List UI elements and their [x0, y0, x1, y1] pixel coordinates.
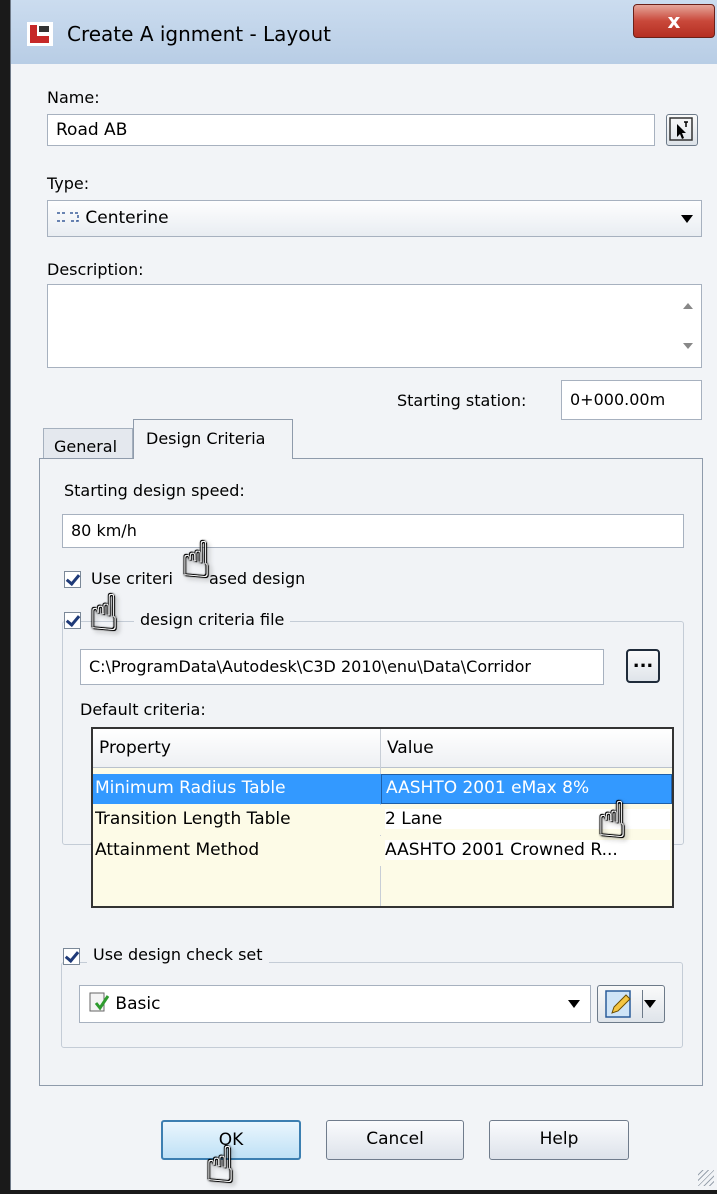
table-row[interactable]: Transition Length Table 2 Lane — [93, 805, 672, 835]
column-header-property[interactable]: Property — [99, 738, 171, 758]
criteria-file-path[interactable]: C:\ProgramData\Autodesk\C3D 2010\enu\Dat… — [80, 649, 604, 685]
check-icon — [65, 611, 81, 628]
design-check-set-value: Basic — [115, 994, 161, 1014]
type-select[interactable]: Centerine — [47, 200, 702, 237]
hand-cursor-icon: ☝ — [89, 584, 120, 642]
column-header-value[interactable]: Value — [387, 738, 434, 758]
help-button[interactable]: Help — [489, 1120, 629, 1160]
resize-grip-icon[interactable] — [698, 1170, 714, 1186]
use-design-check-set-checkbox[interactable] — [63, 947, 80, 965]
design-speed-value: 80 km/h — [71, 521, 137, 540]
table-row[interactable]: Attainment Method AASHTO 2001 Crowned R.… — [93, 836, 672, 866]
description-input[interactable] — [47, 284, 702, 368]
pick-cursor-icon — [669, 117, 693, 141]
starting-station-label: Starting station: — [397, 391, 527, 410]
scroll-up-icon[interactable] — [683, 303, 693, 309]
cancel-button[interactable]: Cancel — [326, 1120, 464, 1160]
use-design-check-set-label: Use design check set — [87, 945, 269, 964]
tab-general-label: General — [54, 437, 118, 456]
design-check-set-select[interactable]: Basic — [79, 985, 591, 1023]
property-cell: Transition Length Table — [95, 809, 291, 829]
default-criteria-table: Property Value Minimum Radius Table AASH… — [91, 727, 674, 908]
alignment-centerline-icon — [57, 212, 79, 222]
hand-cursor-icon: ☝ — [597, 791, 628, 849]
criteria-file-path-value: C:\ProgramData\Autodesk\C3D 2010\enu\Dat… — [89, 657, 531, 676]
hand-cursor-icon: ☝ — [181, 531, 212, 589]
hand-cursor-icon: ☝ — [205, 1136, 236, 1194]
value-cell[interactable]: AASHTO 2001 eMax 8% — [381, 774, 672, 804]
property-cell: Minimum Radius Table — [95, 778, 286, 798]
default-criteria-label: Default criteria: — [80, 700, 206, 719]
check-icon — [64, 947, 80, 964]
name-label: Name: — [47, 88, 100, 107]
edit-check-set-button[interactable] — [597, 985, 665, 1023]
check-set-icon — [89, 992, 110, 1012]
design-speed-label: Starting design speed: — [64, 481, 245, 500]
table-row[interactable]: Minimum Radius Table AASHTO 2001 eMax 8% — [93, 774, 672, 804]
use-criteria-label-tail: ased design — [208, 569, 306, 588]
split-divider — [642, 990, 643, 1018]
type-label: Type: — [47, 174, 90, 193]
starting-station-input[interactable]: 0+000.00m — [561, 380, 702, 420]
chevron-down-icon[interactable] — [644, 1000, 656, 1008]
table-header: Property Value — [93, 729, 672, 768]
design-speed-input[interactable]: 80 km/h — [62, 514, 684, 548]
tab-design-criteria[interactable]: Design Criteria — [133, 419, 293, 459]
title-bar[interactable]: Create A ignment - Layout x — [11, 0, 717, 65]
civil3d-app-icon — [27, 22, 53, 46]
edit-pencil-icon — [605, 990, 631, 1018]
description-label: Description: — [47, 260, 144, 279]
scroll-down-icon[interactable] — [683, 343, 693, 349]
name-value: Road AB — [56, 120, 128, 140]
chevron-down-icon — [568, 1000, 580, 1008]
pick-from-drawing-button[interactable] — [666, 114, 698, 146]
property-cell: Attainment Method — [95, 840, 260, 860]
check-icon — [65, 570, 81, 587]
close-button[interactable]: x — [633, 4, 715, 38]
chevron-down-icon — [681, 214, 693, 223]
starting-station-value: 0+000.00m — [570, 390, 666, 409]
tab-general[interactable]: General — [43, 428, 133, 458]
use-criteria-file-label: design criteria file — [134, 610, 291, 629]
type-value: Centerine — [85, 208, 169, 228]
window-title: Create A ignment - Layout — [67, 22, 332, 46]
use-criteria-file-checkbox[interactable] — [64, 611, 81, 629]
create-alignment-dialog: Create A ignment - Layout x Name: Road A… — [10, 0, 717, 1190]
browse-button[interactable]: ... — [626, 649, 660, 683]
name-input[interactable]: Road AB — [47, 114, 655, 146]
use-criteria-based-design-checkbox[interactable] — [64, 570, 81, 588]
tab-design-criteria-label: Design Criteria — [146, 429, 266, 448]
